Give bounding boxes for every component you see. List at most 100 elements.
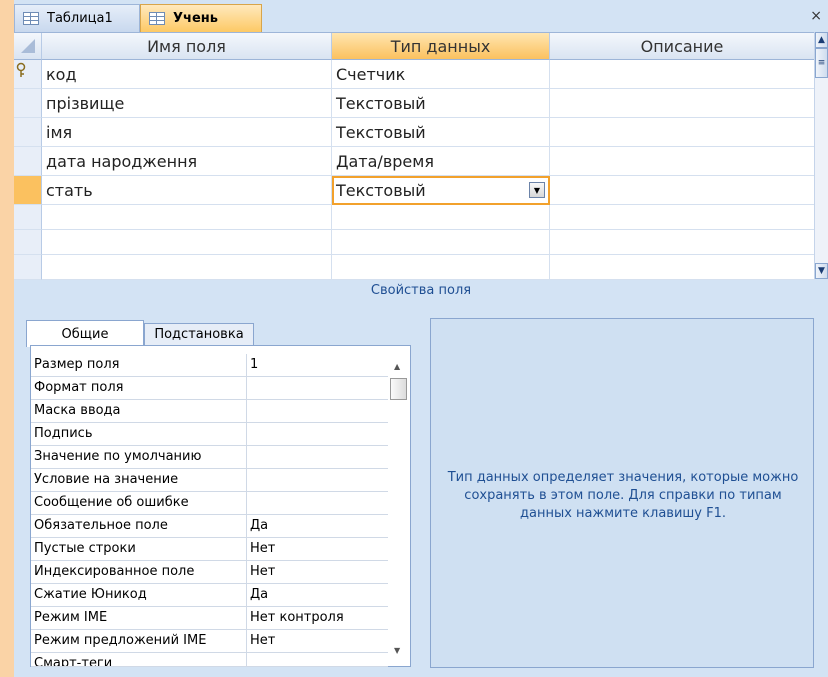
row-selector[interactable] xyxy=(14,230,42,255)
grid-vertical-scrollbar[interactable]: ▲ ≡ ▼ xyxy=(814,32,828,279)
property-name: Пустые строки xyxy=(31,538,247,560)
property-name: Сообщение об ошибке xyxy=(31,492,247,514)
data-type-cell[interactable]: Текстовый xyxy=(332,89,550,118)
property-row[interactable]: Маска ввода xyxy=(31,400,388,423)
field-name-cell[interactable] xyxy=(42,230,332,255)
field-name-cell[interactable] xyxy=(42,205,332,230)
property-name: Сжатие Юникод xyxy=(31,584,247,606)
scroll-up-icon[interactable]: ▲ xyxy=(394,362,400,371)
property-value[interactable] xyxy=(247,469,388,491)
data-type-cell[interactable] xyxy=(332,255,550,280)
select-all-corner[interactable] xyxy=(14,33,42,60)
property-value[interactable]: Нет xyxy=(247,561,388,583)
scroll-thumb[interactable] xyxy=(390,378,407,400)
scroll-down-icon[interactable]: ▼ xyxy=(815,263,828,279)
property-name: Маска ввода xyxy=(31,400,247,422)
description-cell[interactable] xyxy=(550,118,815,147)
scroll-up-icon[interactable]: ▲ xyxy=(815,32,828,48)
tab-lookup[interactable]: Подстановка xyxy=(144,323,254,346)
description-cell[interactable] xyxy=(550,205,815,230)
property-value[interactable]: Нет xyxy=(247,630,388,652)
key-icon xyxy=(16,62,26,77)
field-name-cell[interactable] xyxy=(42,255,332,280)
property-row[interactable]: Подпись xyxy=(31,423,388,446)
scroll-thumb[interactable]: ≡ xyxy=(815,48,828,78)
row-selector[interactable] xyxy=(14,89,42,118)
property-row[interactable]: Обязательное поле Да xyxy=(31,515,388,538)
property-value[interactable]: Нет контроля xyxy=(247,607,388,629)
field-name-cell[interactable]: дата народження xyxy=(42,147,332,176)
field-properties-panel: Размер поля 1 Формат поля Маска ввода Под… xyxy=(30,345,411,667)
row-selector[interactable] xyxy=(14,118,42,147)
property-row[interactable]: Формат поля xyxy=(31,377,388,400)
row-selector[interactable] xyxy=(14,255,42,280)
table-icon xyxy=(23,12,39,25)
data-type-cell[interactable]: Счетчик xyxy=(332,60,550,89)
tab-label: Таблица1 xyxy=(47,11,113,26)
property-row[interactable]: Сжатие Юникод Да xyxy=(31,584,388,607)
property-row[interactable]: Сообщение об ошибке xyxy=(31,492,388,515)
property-value[interactable] xyxy=(247,653,388,666)
corner-triangle-icon xyxy=(20,39,35,53)
help-panel: Тип данных определяет значения, которые … xyxy=(430,318,814,668)
row-selector[interactable] xyxy=(14,60,42,89)
data-type-value: Текстовый xyxy=(336,180,426,200)
help-text: Тип данных определяет значения, которые … xyxy=(447,470,799,521)
column-header-field-name[interactable]: Имя поля xyxy=(42,33,332,60)
property-name: Режим предложений IME xyxy=(31,630,247,652)
field-name-cell[interactable]: код xyxy=(42,60,332,89)
table-icon xyxy=(149,12,165,25)
property-row[interactable]: Значение по умолчанию xyxy=(31,446,388,469)
property-row[interactable]: Режим предложений IME Нет xyxy=(31,630,388,653)
data-type-cell[interactable] xyxy=(332,230,550,255)
property-value[interactable]: 1 xyxy=(247,354,388,376)
scroll-down-icon[interactable]: ▼ xyxy=(394,646,400,655)
property-row[interactable]: Условие на значение xyxy=(31,469,388,492)
data-type-cell[interactable]: Дата/время xyxy=(332,147,550,176)
tab-tablica1[interactable]: Таблица1 xyxy=(14,4,140,32)
data-type-cell[interactable] xyxy=(332,205,550,230)
description-cell[interactable] xyxy=(550,60,815,89)
property-name: Формат поля xyxy=(31,377,247,399)
property-row[interactable]: Смарт-теги xyxy=(31,653,388,667)
tab-uchen[interactable]: Учень xyxy=(140,4,262,32)
property-value[interactable]: Да xyxy=(247,584,388,606)
properties-scrollbar[interactable]: ▲ ▼ xyxy=(390,350,408,662)
property-value[interactable] xyxy=(247,400,388,422)
data-type-combobox[interactable]: Текстовый ▼ xyxy=(332,176,550,205)
table-design-window: Таблица1 Учень × Имя поля Тип данных Опи… xyxy=(14,0,828,677)
property-row[interactable]: Пустые строки Нет xyxy=(31,538,388,561)
property-value[interactable]: Нет xyxy=(247,538,388,560)
property-name: Размер поля xyxy=(31,354,247,376)
data-type-cell[interactable]: Текстовый xyxy=(332,118,550,147)
description-cell[interactable] xyxy=(550,255,815,280)
property-name: Смарт-теги xyxy=(31,653,247,666)
property-name: Подпись xyxy=(31,423,247,445)
description-cell[interactable] xyxy=(550,230,815,255)
close-icon[interactable]: × xyxy=(810,8,822,24)
property-value[interactable] xyxy=(247,423,388,445)
row-selector[interactable] xyxy=(14,147,42,176)
tab-general[interactable]: Общие xyxy=(26,320,144,347)
property-row[interactable]: Индексированное поле Нет xyxy=(31,561,388,584)
column-header-description[interactable]: Описание xyxy=(550,33,815,60)
description-cell[interactable] xyxy=(550,147,815,176)
property-value[interactable] xyxy=(247,446,388,468)
field-name-cell[interactable]: стать xyxy=(42,176,332,205)
row-selector[interactable] xyxy=(14,205,42,230)
property-name: Значение по умолчанию xyxy=(31,446,247,468)
description-cell[interactable] xyxy=(550,176,815,205)
row-selector-current[interactable] xyxy=(14,176,42,205)
field-name-cell[interactable]: прізвище xyxy=(42,89,332,118)
property-value[interactable]: Да xyxy=(247,515,388,537)
property-value[interactable] xyxy=(247,492,388,514)
property-name: Режим IME xyxy=(31,607,247,629)
property-value[interactable] xyxy=(247,377,388,399)
property-row[interactable]: Размер поля 1 xyxy=(31,354,388,377)
property-row[interactable]: Режим IME Нет контроля xyxy=(31,607,388,630)
field-properties-label: Свойства поля xyxy=(370,283,472,298)
column-header-data-type[interactable]: Тип данных xyxy=(332,33,550,60)
description-cell[interactable] xyxy=(550,89,815,118)
field-name-cell[interactable]: імя xyxy=(42,118,332,147)
dropdown-arrow-icon[interactable]: ▼ xyxy=(529,182,545,198)
